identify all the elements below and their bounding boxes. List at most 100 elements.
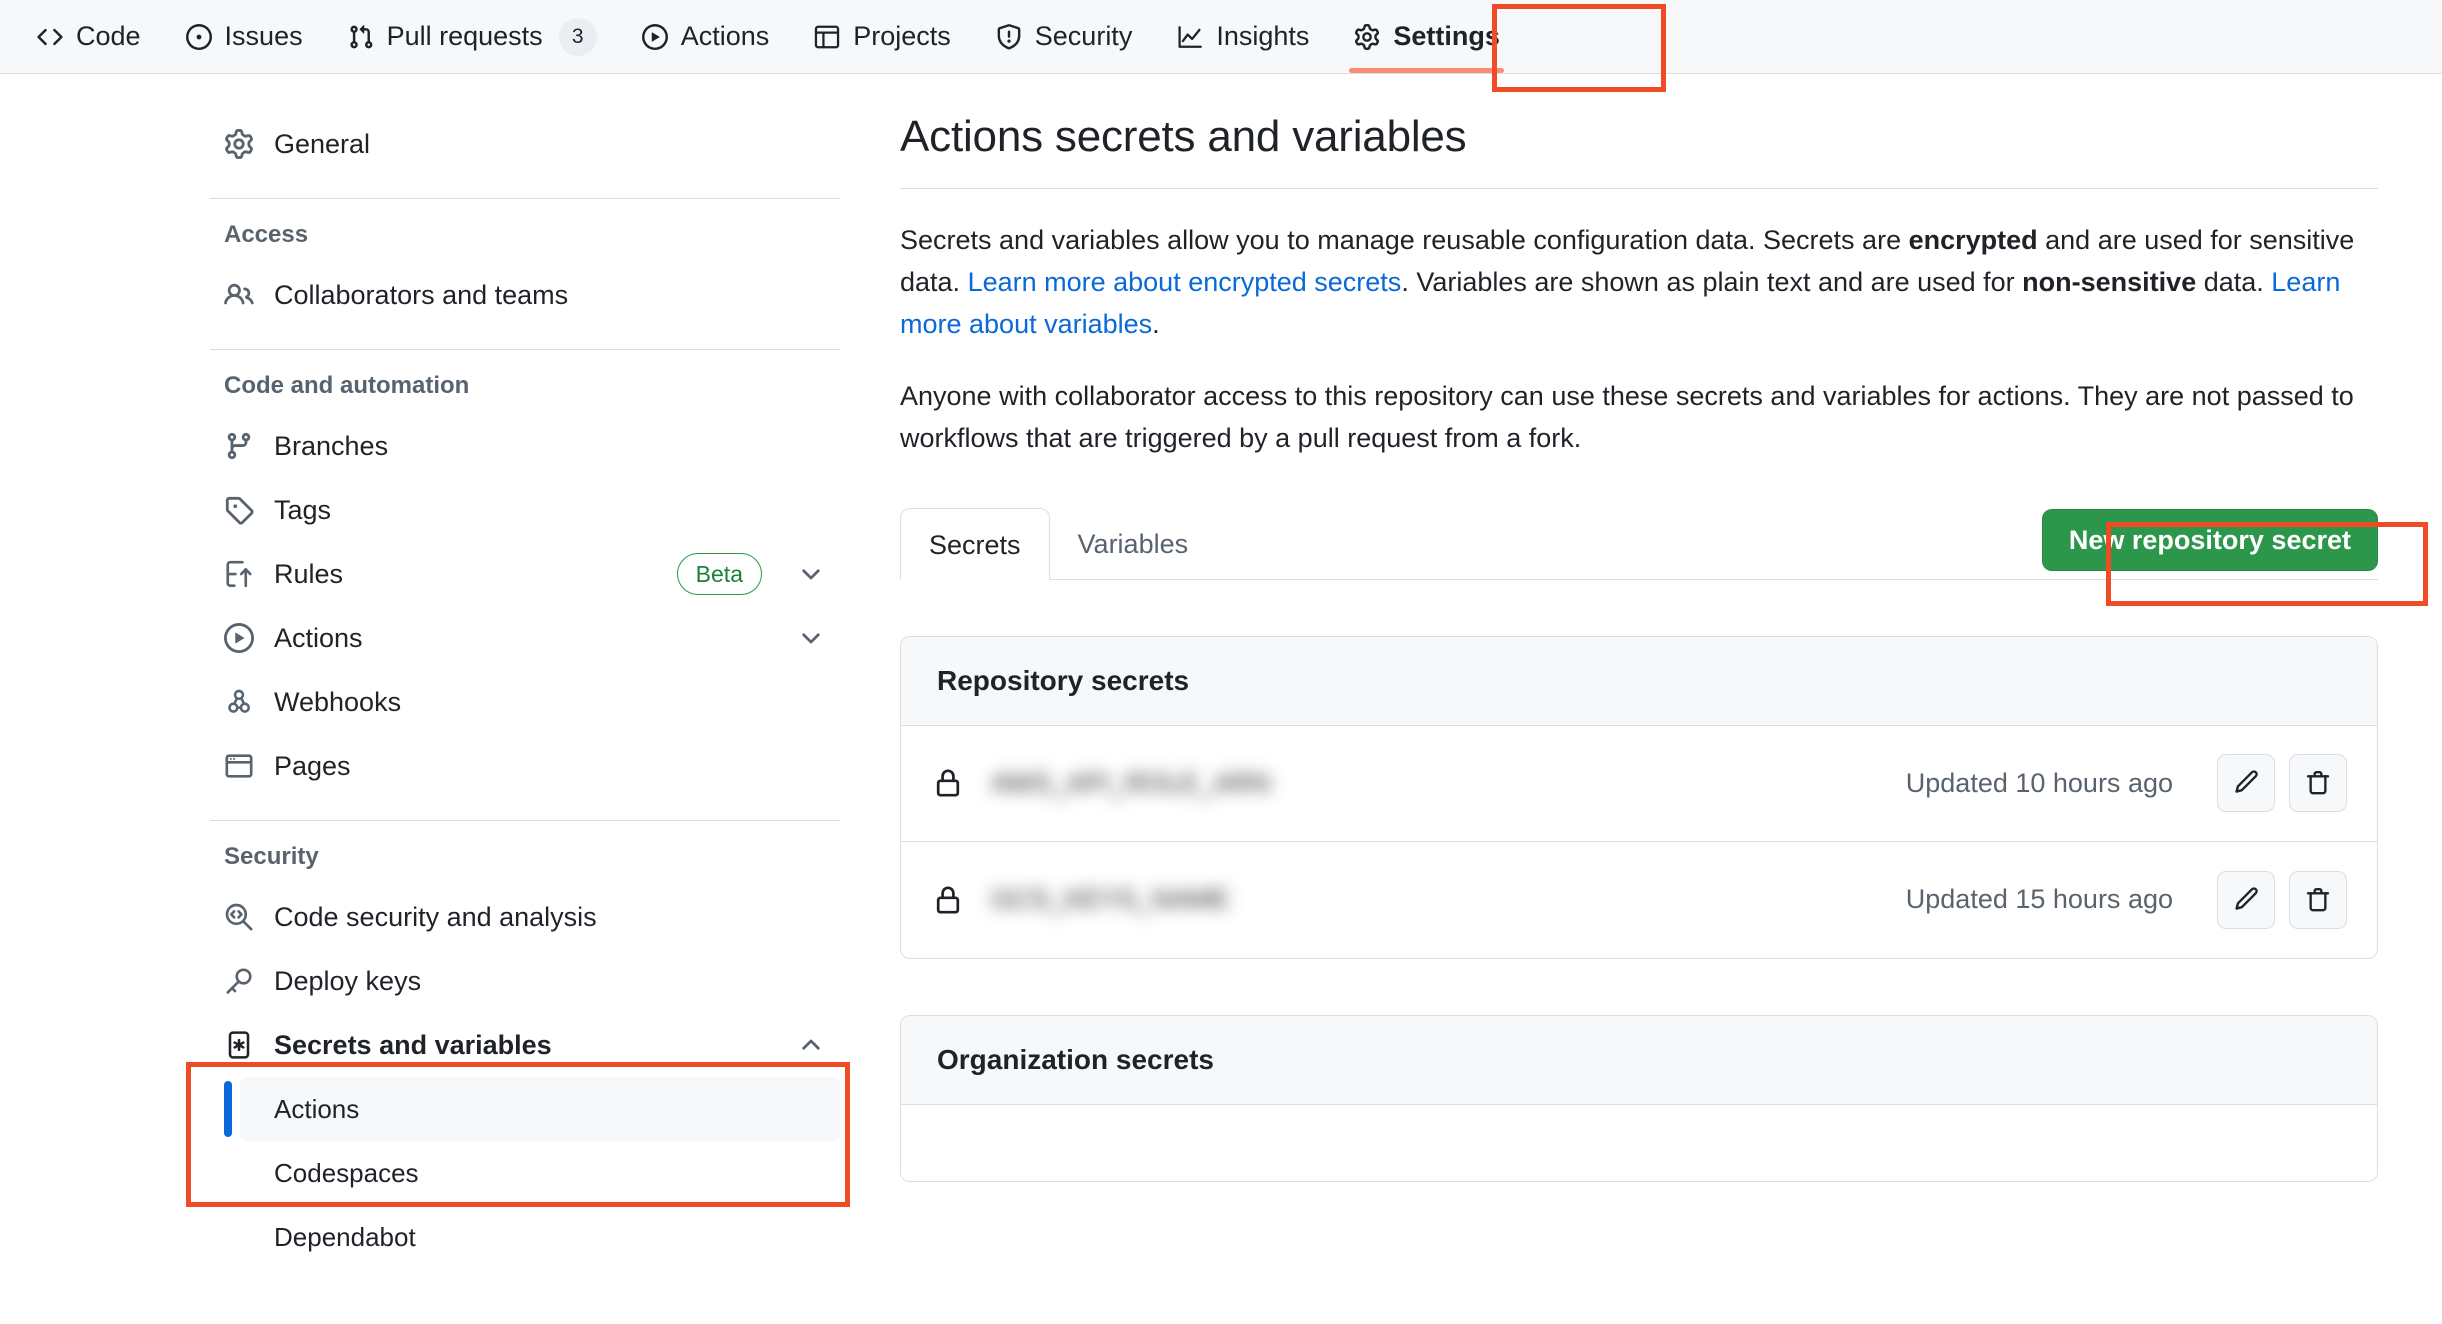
sidebar-item-actions[interactable]: Actions xyxy=(210,606,840,670)
play-icon xyxy=(641,23,669,51)
organization-secrets-header: Organization secrets xyxy=(901,1015,2377,1105)
browser-icon xyxy=(224,751,254,781)
sidebar-divider xyxy=(210,349,840,350)
nav-tab-security[interactable]: Security xyxy=(973,0,1155,73)
pencil-icon[interactable] xyxy=(2217,754,2275,813)
sidebar-item-label: Deploy keys xyxy=(274,965,422,996)
codescan-icon xyxy=(224,902,254,932)
sidebar-item-tags[interactable]: Tags xyxy=(210,478,840,542)
lock-icon xyxy=(931,766,965,800)
new-repository-secret-button[interactable]: New repository secret xyxy=(2041,508,2378,571)
table-row: GCS_KEYS_NAME Updated 15 hours ago xyxy=(901,842,2377,958)
sidebar-subitem-codespaces[interactable]: Codespaces xyxy=(240,1141,840,1205)
sidebar-item-label: Code security and analysis xyxy=(274,901,597,932)
organization-secrets-body xyxy=(901,1104,2377,1181)
intro-paragraph-2: Anyone with collaborator access to this … xyxy=(900,381,2354,454)
secret-name: GCS_KEYS_NAME xyxy=(991,884,1230,915)
chevron-down-icon[interactable] xyxy=(796,623,826,653)
chevron-up-icon[interactable] xyxy=(796,1030,826,1060)
sidebar-subitem-label: Dependabot xyxy=(274,1221,416,1252)
nav-tab-label: Pull requests xyxy=(386,21,543,51)
sidebar-subitem-actions[interactable]: Actions xyxy=(224,1077,840,1141)
sidebar-item-label: Secrets and variables xyxy=(274,1029,552,1060)
repo-nav-bar: Code Issues Pull requests 3 Actions Proj… xyxy=(0,0,2442,74)
pencil-icon[interactable] xyxy=(2217,870,2275,929)
sidebar-item-label: Pages xyxy=(274,750,351,781)
sidebar-item-rules[interactable]: Rules Beta xyxy=(210,542,840,606)
rules-icon xyxy=(224,559,254,589)
secret-updated-time: Updated 15 hours ago xyxy=(1905,884,2173,915)
sidebar-subitem-label: Actions xyxy=(274,1093,360,1124)
key-asterisk-icon xyxy=(224,1030,254,1060)
sidebar-item-code-security-and-analysis[interactable]: Code security and analysis xyxy=(210,885,840,949)
sidebar-divider xyxy=(210,198,840,199)
sidebar-item-label: Actions xyxy=(274,622,363,653)
intro-bold-non-sensitive: non-sensitive xyxy=(2022,267,2197,298)
sidebar-item-label: Collaborators and teams xyxy=(274,279,569,310)
sidebar-divider xyxy=(210,820,840,821)
secret-updated-time: Updated 10 hours ago xyxy=(1905,767,2173,798)
people-icon xyxy=(224,280,254,310)
sidebar-group-title-code-and-automation: Code and automation xyxy=(224,372,470,399)
repository-secrets-panel: Repository secrets AWS_API_ROLE_ARN Upda… xyxy=(900,635,2378,959)
sidebar-item-label: Branches xyxy=(274,430,389,461)
tag-icon xyxy=(224,495,254,525)
nav-tab-projects[interactable]: Projects xyxy=(791,0,973,73)
intro-text-1: Secrets and variables allow you to manag… xyxy=(900,225,1909,255)
nav-tab-label: Settings xyxy=(1393,21,1500,51)
code-icon xyxy=(36,23,64,51)
sidebar-item-label: Rules xyxy=(274,558,344,589)
nav-tab-label: Issues xyxy=(224,21,303,51)
trash-icon[interactable] xyxy=(2289,754,2347,813)
play-icon xyxy=(224,623,254,653)
nav-tab-issues[interactable]: Issues xyxy=(163,0,325,73)
intro-paragraph-1: Secrets and variables allow you to manag… xyxy=(900,219,2378,345)
sidebar-group-title-security: Security xyxy=(224,843,319,870)
organization-secrets-panel: Organization secrets xyxy=(900,1014,2378,1182)
nav-tab-label: Projects xyxy=(853,21,951,51)
lock-icon xyxy=(931,883,965,917)
nav-tab-actions[interactable]: Actions xyxy=(619,0,792,73)
key-icon xyxy=(224,966,254,996)
nav-tab-label: Security xyxy=(1034,21,1133,51)
sidebar-item-branches[interactable]: Branches xyxy=(210,414,840,478)
nav-tab-label: Code xyxy=(76,21,141,51)
beta-badge: Beta xyxy=(676,553,762,595)
gear-icon xyxy=(1353,23,1381,51)
sidebar-item-deploy-keys[interactable]: Deploy keys xyxy=(210,949,840,1013)
shield-icon xyxy=(995,23,1023,51)
nav-tab-insights[interactable]: Insights xyxy=(1154,0,1331,73)
nav-tab-label: Insights xyxy=(1216,21,1310,51)
settings-sidebar: General Access Collaborators and teams C… xyxy=(210,112,840,1269)
sidebar-item-label: Tags xyxy=(274,494,332,525)
chevron-down-icon[interactable] xyxy=(796,559,826,589)
tab-secrets[interactable]: Secrets xyxy=(900,507,1050,580)
git-pull-request-icon xyxy=(347,23,375,51)
sidebar-item-secrets-and-variables[interactable]: Secrets and variables xyxy=(210,1013,840,1077)
intro-text-5: . xyxy=(1152,309,1160,340)
nav-tab-code[interactable]: Code xyxy=(14,0,163,73)
selected-tab-indicator xyxy=(1349,68,1504,73)
nav-tab-settings[interactable]: Settings xyxy=(1331,0,1522,73)
tab-variables[interactable]: Variables xyxy=(1050,508,1217,580)
nav-tab-label: Actions xyxy=(680,21,770,51)
sidebar-item-collaborators-and-teams[interactable]: Collaborators and teams xyxy=(210,263,840,327)
table-icon xyxy=(813,23,841,51)
trash-icon[interactable] xyxy=(2289,870,2347,929)
intro-text-3: . Variables are shown as plain text and … xyxy=(1401,267,2023,298)
repository-secrets-header: Repository secrets xyxy=(901,636,2377,726)
intro-text-4: data. xyxy=(2196,267,2272,298)
sidebar-item-general[interactable]: General xyxy=(210,112,840,176)
nav-tab-pull-requests[interactable]: Pull requests 3 xyxy=(325,0,619,73)
secret-name: AWS_API_ROLE_ARN xyxy=(991,767,1271,798)
table-row: AWS_API_ROLE_ARN Updated 10 hours ago xyxy=(901,726,2377,842)
page-title: Actions secrets and variables xyxy=(900,112,2378,189)
link-encrypted-secrets[interactable]: Learn more about encrypted secrets xyxy=(968,267,1402,297)
intro-bold-encrypted: encrypted xyxy=(1908,225,2038,255)
sidebar-item-pages[interactable]: Pages xyxy=(210,734,840,798)
sidebar-subitem-dependabot[interactable]: Dependabot xyxy=(240,1205,840,1269)
sidebar-item-label: General xyxy=(274,128,371,159)
gear-icon xyxy=(224,129,254,159)
sidebar-item-webhooks[interactable]: Webhooks xyxy=(210,670,840,734)
secrets-variables-tabs: Secrets Variables New repository secret xyxy=(900,507,2378,580)
